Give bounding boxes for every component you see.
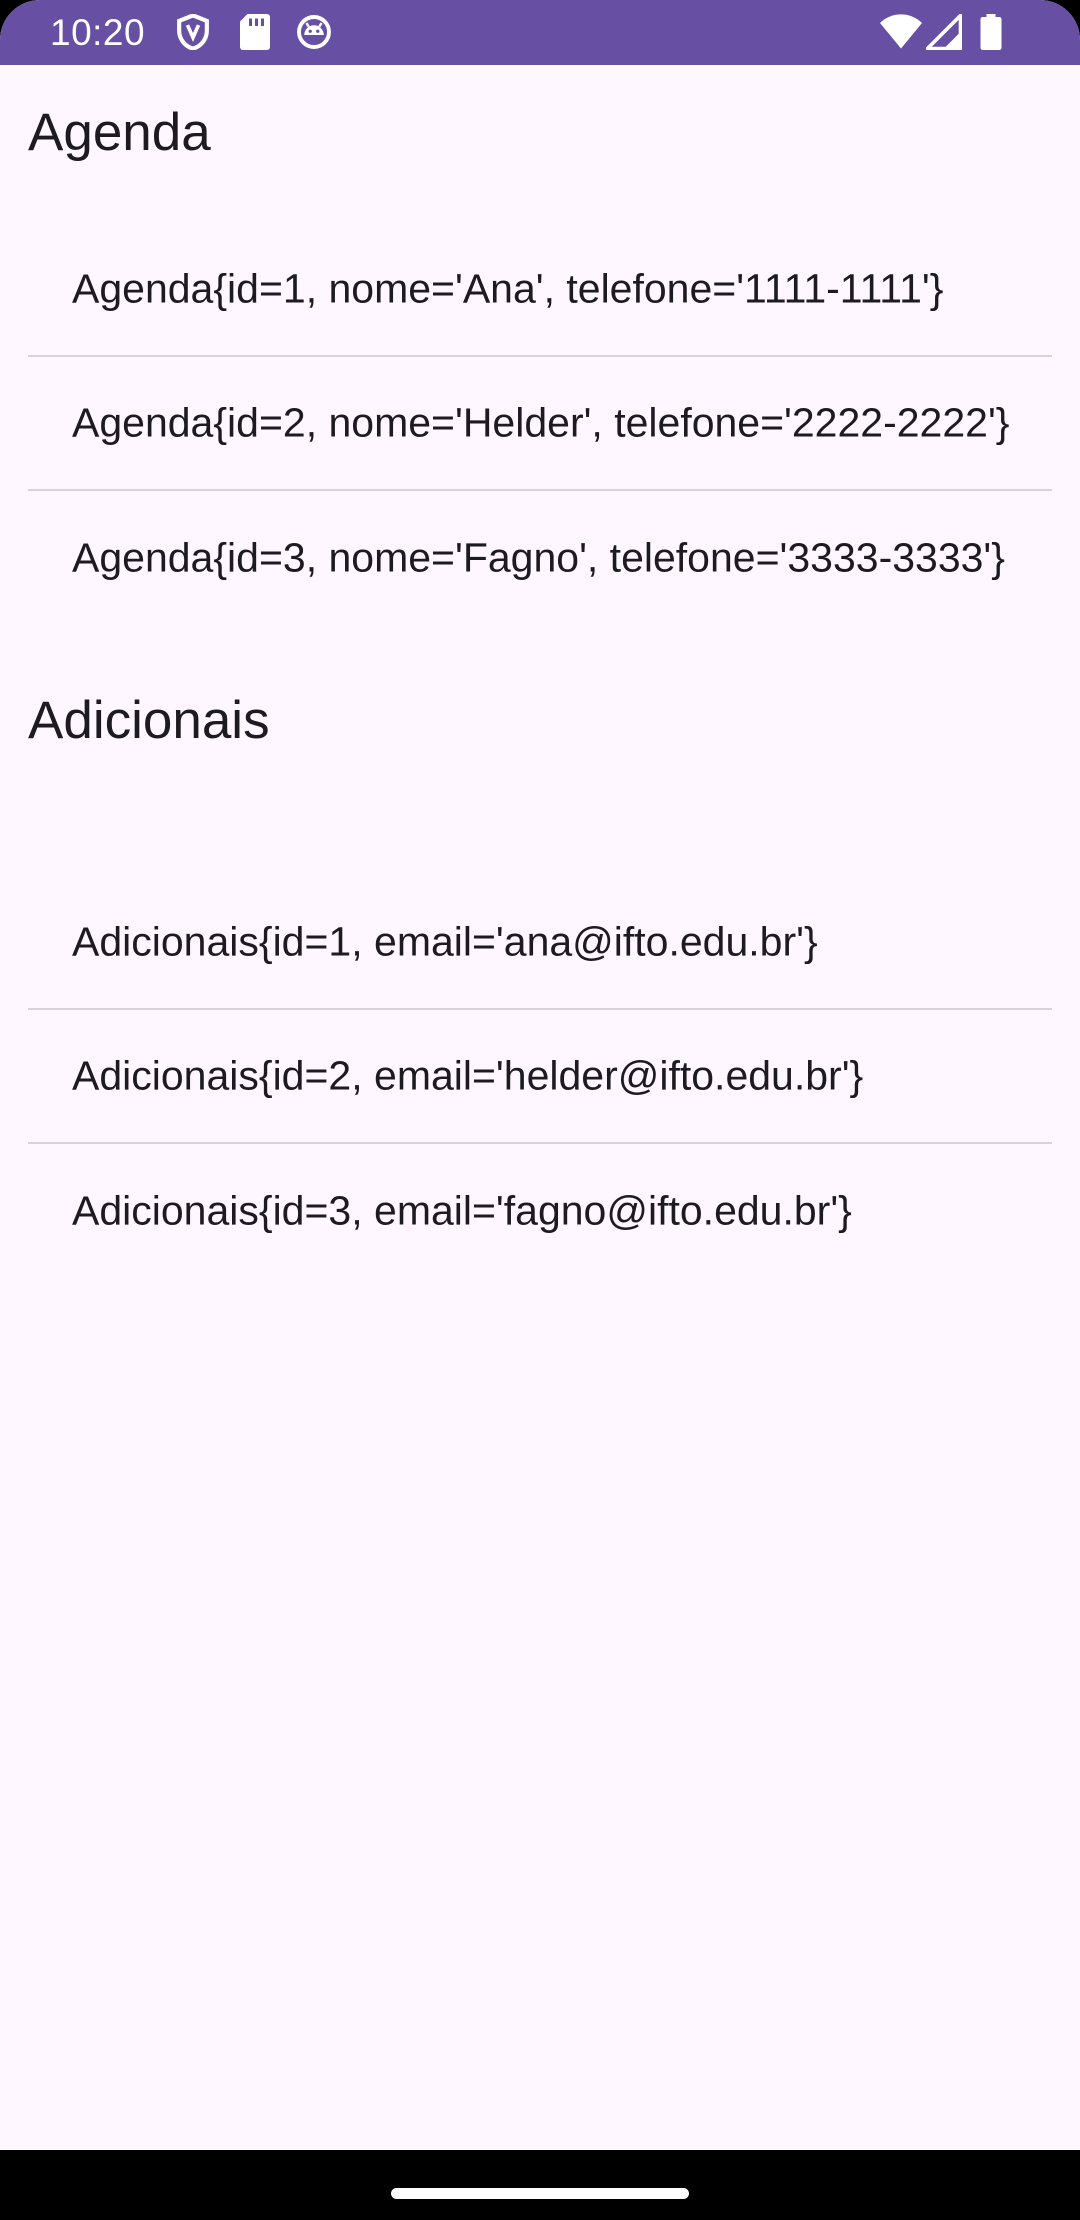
agenda-list[interactable]: Agenda{id=1, nome='Ana', telefone='1111-… bbox=[28, 223, 1052, 625]
battery-icon bbox=[980, 14, 1002, 50]
cellular-signal-icon bbox=[926, 14, 962, 50]
agenda-item-text: Agenda{id=1, nome='Ana', telefone='1111-… bbox=[72, 265, 944, 312]
adicionais-list-item[interactable]: Adicionais{id=2, email='helder@ifto.edu.… bbox=[28, 1010, 1052, 1144]
phone-screen: 10:20 Agenda Agenda{id=1, nome='Ana', te… bbox=[0, 0, 1080, 2220]
home-gesture-handle[interactable] bbox=[391, 2188, 689, 2199]
agenda-list-item[interactable]: Agenda{id=3, nome='Fagno', telefone='333… bbox=[28, 491, 1052, 625]
adicionais-list-item[interactable]: Adicionais{id=1, email='ana@ifto.edu.br'… bbox=[28, 876, 1052, 1010]
status-bar: 10:20 bbox=[0, 0, 1080, 65]
navigation-bar bbox=[0, 2150, 1080, 2220]
adicionais-list[interactable]: Adicionais{id=1, email='ana@ifto.edu.br'… bbox=[28, 876, 1052, 1278]
status-time: 10:20 bbox=[50, 12, 146, 53]
agenda-list-item[interactable]: Agenda{id=2, nome='Helder', telefone='22… bbox=[28, 357, 1052, 491]
adicionais-section-title: Adicionais bbox=[28, 691, 270, 750]
adicionais-item-text: Adicionais{id=2, email='helder@ifto.edu.… bbox=[72, 1052, 864, 1099]
agenda-list-item[interactable]: Agenda{id=1, nome='Ana', telefone='1111-… bbox=[28, 223, 1052, 357]
agenda-section-title: Agenda bbox=[28, 103, 211, 162]
android-face-icon bbox=[297, 15, 331, 49]
adicionais-list-item[interactable]: Adicionais{id=3, email='fagno@ifto.edu.b… bbox=[28, 1144, 1052, 1278]
adicionais-item-text: Adicionais{id=3, email='fagno@ifto.edu.b… bbox=[72, 1187, 852, 1234]
agenda-item-text: Agenda{id=3, nome='Fagno', telefone='333… bbox=[72, 534, 1005, 581]
wifi-icon bbox=[880, 14, 922, 49]
main-content: Agenda Agenda{id=1, nome='Ana', telefone… bbox=[0, 65, 1080, 2150]
sd-card-icon bbox=[240, 14, 270, 50]
shield-icon bbox=[177, 14, 209, 50]
adicionais-item-text: Adicionais{id=1, email='ana@ifto.edu.br'… bbox=[72, 918, 818, 965]
agenda-item-text: Agenda{id=2, nome='Helder', telefone='22… bbox=[72, 399, 1010, 446]
